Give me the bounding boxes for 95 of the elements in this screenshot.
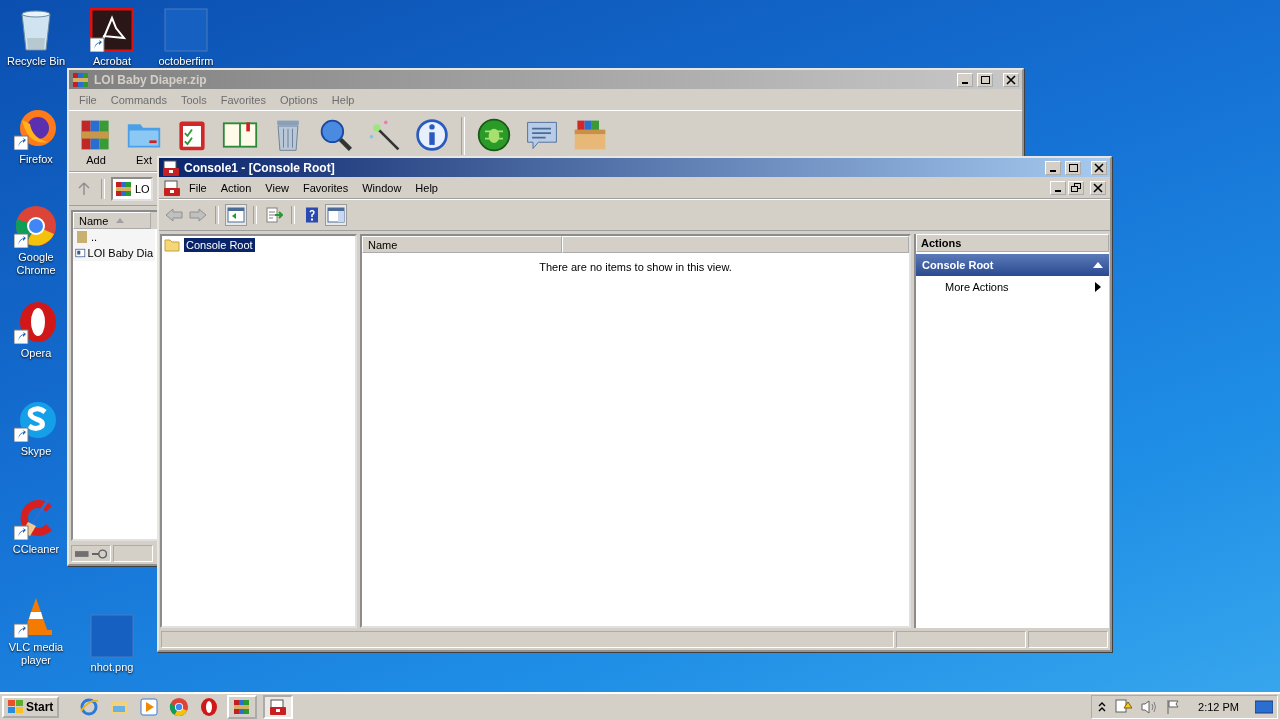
file-row[interactable]: LOI Baby Dia (73, 245, 155, 261)
chrome-icon (14, 204, 58, 248)
back-arrow-icon (165, 207, 183, 223)
status-panel (113, 545, 153, 562)
action-pane-icon (327, 207, 345, 223)
menu-item[interactable]: Action (214, 179, 258, 196)
minimize-icon (962, 81, 968, 84)
close-button[interactable] (1003, 72, 1019, 87)
menu-item[interactable]: Options (273, 91, 324, 108)
archive-icon (72, 70, 90, 89)
restore-icon (1070, 182, 1082, 193)
tree-toggle-button[interactable] (225, 204, 247, 226)
menu-item[interactable]: Favorites (214, 91, 272, 108)
speaker-icon[interactable] (1140, 699, 1159, 715)
key-icon (91, 548, 107, 559)
icon-label: VLC media player (7, 641, 65, 667)
archive-icon (115, 180, 133, 198)
drive-icon (75, 549, 89, 558)
menu-item[interactable]: Help (409, 179, 444, 196)
actions-header: Actions (916, 234, 1109, 252)
action-item[interactable]: More Actions (916, 278, 1109, 296)
close-button[interactable] (1091, 160, 1107, 175)
taskbar-button[interactable] (263, 695, 294, 719)
media-player-icon (139, 697, 160, 717)
minimize-button[interactable] (1045, 160, 1061, 175)
document-icon (75, 246, 86, 260)
bug-icon (476, 117, 512, 153)
menu-item[interactable]: Favorites (296, 179, 355, 196)
icon-label: octoberfirm (158, 55, 214, 68)
icon-label: Opera (20, 347, 52, 360)
action-pane-toggle-button[interactable] (325, 204, 347, 226)
maximize-icon (979, 74, 991, 85)
tree-pane-icon (227, 207, 245, 223)
icon-label: Google Chrome (15, 251, 57, 277)
windows-logo-icon (8, 700, 24, 714)
network-icon[interactable] (1114, 699, 1133, 715)
menu-item[interactable]: Window (356, 179, 408, 196)
sort-arrow-icon (116, 218, 125, 223)
minimize-icon (1050, 169, 1056, 172)
close-icon (1005, 74, 1017, 85)
menu-item[interactable]: File (183, 179, 213, 196)
clock: 2:12 PM (1198, 701, 1239, 713)
icon-label: CCleaner (12, 543, 60, 556)
chrome-icon (169, 697, 190, 717)
up-arrow-icon (77, 182, 91, 196)
menu-item[interactable]: View (259, 179, 295, 196)
start-button[interactable]: Start (2, 696, 60, 718)
toolbar-button[interactable]: Add (73, 117, 119, 166)
window-title: Console1 - [Console Root] (184, 160, 336, 175)
archive-icon (233, 698, 252, 716)
close-icon (1093, 162, 1105, 173)
icon-label: Skype (20, 445, 52, 458)
minimize-button[interactable] (1050, 180, 1066, 195)
maximize-icon (1067, 162, 1079, 173)
maximize-button[interactable] (977, 72, 993, 87)
acrobat-icon (90, 8, 134, 52)
magnifier-icon (318, 117, 354, 153)
window-title: LOI Baby Diaper.zip (94, 72, 208, 87)
icon-label: Acrobat (93, 55, 131, 68)
opera-icon (14, 300, 58, 344)
empty-message: There are no items to show in this view. (539, 261, 732, 273)
icon-label: Recycle Bin (6, 55, 66, 68)
collapse-icon (1093, 262, 1103, 268)
file-row[interactable]: .. (73, 229, 155, 245)
menu-item[interactable]: Tools (175, 91, 213, 108)
opera-icon (199, 697, 220, 717)
menu-item[interactable]: Commands (104, 91, 173, 108)
file-icon (90, 614, 134, 658)
column-header[interactable]: Name (362, 236, 562, 253)
minimize-button[interactable] (957, 72, 973, 87)
ie-icon (79, 697, 100, 717)
help-icon (304, 207, 320, 223)
toolbox-icon (163, 178, 181, 197)
icon-label: nhot.png (90, 661, 134, 674)
close-button[interactable] (1090, 180, 1106, 195)
column-header[interactable]: Name (73, 212, 151, 229)
toolbox-icon (269, 698, 288, 716)
chevron-up-icon[interactable] (1098, 702, 1107, 712)
actions-section-header[interactable]: Console Root (916, 254, 1109, 276)
folder-icon (164, 238, 180, 252)
tree-item[interactable]: Console Root (184, 238, 255, 252)
info-icon (414, 117, 450, 153)
folder-up-icon (75, 230, 89, 244)
forward-arrow-icon (189, 207, 207, 223)
toolbox-icon (162, 158, 180, 177)
address-field[interactable]: LO (111, 177, 153, 201)
file-icon (164, 8, 208, 52)
maximize-button[interactable] (1065, 160, 1081, 175)
close-icon (1092, 182, 1104, 193)
restore-button[interactable] (1068, 180, 1084, 195)
minimize-icon (1055, 189, 1061, 192)
icon-label: Firefox (19, 153, 53, 166)
taskbar-button[interactable] (227, 695, 258, 719)
export-button[interactable] (263, 204, 285, 226)
export-list-icon (265, 207, 283, 223)
